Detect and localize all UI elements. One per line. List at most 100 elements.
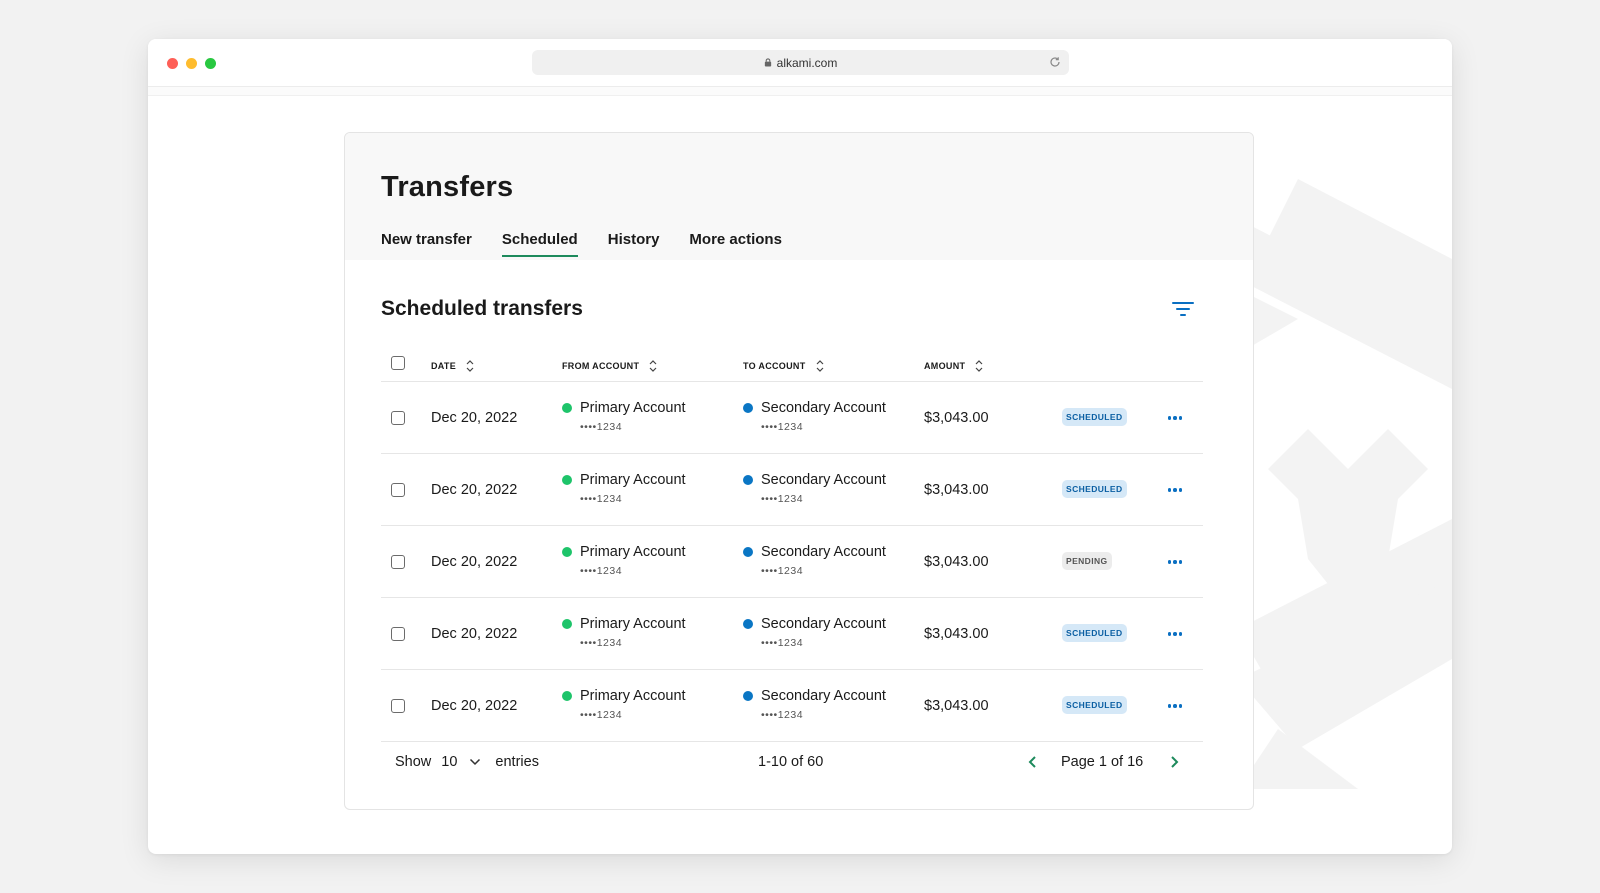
to-account-number: ••••1234 <box>761 493 804 505</box>
entries-selector[interactable]: Show 10 entries <box>395 754 539 770</box>
table-row: Dec 20, 2022 Primary Account ••••1234 Se… <box>381 670 1203 742</box>
from-account-name: Primary Account <box>580 616 686 632</box>
table-header: DATE FROM ACCOUNT TO ACCOUNT AMOUNT <box>381 346 1203 382</box>
more-options-icon[interactable] <box>1165 408 1185 428</box>
from-account-name: Primary Account <box>580 544 686 560</box>
to-account: Secondary Account ••••1234 <box>743 616 886 649</box>
to-account-name: Secondary Account <box>761 544 886 560</box>
table-row: Dec 20, 2022 Primary Account ••••1234 Se… <box>381 598 1203 670</box>
browser-toolbar-divider <box>148 87 1452 96</box>
tab-more-actions[interactable]: More actions <box>689 231 782 257</box>
more-options-icon[interactable] <box>1165 480 1185 500</box>
page-indicator: Page 1 of 16 <box>1061 754 1144 770</box>
transfer-amount: $3,043.00 <box>924 410 989 426</box>
from-account: Primary Account ••••1234 <box>562 616 686 649</box>
from-account-number: ••••1234 <box>580 637 623 649</box>
results-range: 1-10 of 60 <box>758 754 824 770</box>
from-account-number: ••••1234 <box>580 709 623 721</box>
to-account-number: ••••1234 <box>761 709 804 721</box>
to-account: Secondary Account ••••1234 <box>743 688 886 721</box>
sort-icon[interactable] <box>816 359 824 373</box>
from-account-name: Primary Account <box>580 400 686 416</box>
transfer-tabs: New transfer Scheduled History More acti… <box>381 231 812 257</box>
column-date-label: DATE <box>431 361 457 371</box>
from-account-number: ••••1234 <box>580 565 623 577</box>
address-bar[interactable]: alkami.com <box>532 50 1069 75</box>
tab-new-transfer[interactable]: New transfer <box>381 231 472 257</box>
tab-scheduled[interactable]: Scheduled <box>501 231 578 257</box>
status-badge: SCHEDULED <box>1062 696 1127 714</box>
transfer-date: Dec 20, 2022 <box>431 482 518 498</box>
column-from-account[interactable]: FROM ACCOUNT <box>562 359 657 373</box>
from-account: Primary Account ••••1234 <box>562 400 686 433</box>
status-badge: SCHEDULED <box>1062 408 1127 426</box>
chevron-right-icon[interactable] <box>1167 754 1181 770</box>
account-dot-icon <box>743 475 753 485</box>
entries-label: entries <box>495 754 539 770</box>
show-label: Show <box>395 754 432 770</box>
account-dot-icon <box>562 691 572 701</box>
transfer-date: Dec 20, 2022 <box>431 410 518 426</box>
filter-icon[interactable] <box>1171 299 1195 319</box>
close-window-button[interactable] <box>167 58 178 69</box>
reload-icon[interactable] <box>1049 56 1061 68</box>
chevron-down-icon[interactable] <box>469 758 481 766</box>
account-dot-icon <box>743 547 753 557</box>
from-account-number: ••••1234 <box>580 493 623 505</box>
transfer-amount: $3,043.00 <box>924 554 989 570</box>
brand-watermark-graphic <box>1238 179 1452 789</box>
chevron-left-icon[interactable] <box>1026 754 1040 770</box>
maximize-window-button[interactable] <box>205 58 216 69</box>
to-account-name: Secondary Account <box>761 688 886 704</box>
row-checkbox[interactable] <box>391 699 405 713</box>
sort-icon[interactable] <box>975 359 983 373</box>
to-account: Secondary Account ••••1234 <box>743 472 886 505</box>
account-dot-icon <box>562 547 572 557</box>
select-all-checkbox[interactable] <box>391 356 405 370</box>
sort-icon[interactable] <box>466 359 474 373</box>
browser-window: alkami.com Transfers New transfer Schedu… <box>148 39 1452 854</box>
entries-count[interactable]: 10 <box>441 754 457 770</box>
to-account-name: Secondary Account <box>761 616 886 632</box>
to-account-number: ••••1234 <box>761 565 804 577</box>
status-badge: SCHEDULED <box>1062 480 1127 498</box>
page-title: Transfers <box>381 171 514 203</box>
more-options-icon[interactable] <box>1165 552 1185 572</box>
to-account-number: ••••1234 <box>761 637 804 649</box>
minimize-window-button[interactable] <box>186 58 197 69</box>
browser-titlebar: alkami.com <box>148 39 1452 87</box>
column-to-account[interactable]: TO ACCOUNT <box>743 359 824 373</box>
to-account-name: Secondary Account <box>761 472 886 488</box>
more-options-icon[interactable] <box>1165 624 1185 644</box>
url-text: alkami.com <box>776 55 838 70</box>
transfer-date: Dec 20, 2022 <box>431 554 518 570</box>
account-dot-icon <box>562 619 572 629</box>
more-options-icon[interactable] <box>1165 696 1185 716</box>
table-row: Dec 20, 2022 Primary Account ••••1234 Se… <box>381 526 1203 598</box>
sort-icon[interactable] <box>649 359 657 373</box>
row-checkbox[interactable] <box>391 555 405 569</box>
row-checkbox[interactable] <box>391 411 405 425</box>
transfer-date: Dec 20, 2022 <box>431 698 518 714</box>
to-account-number: ••••1234 <box>761 421 804 433</box>
row-checkbox[interactable] <box>391 627 405 641</box>
from-account: Primary Account ••••1234 <box>562 688 686 721</box>
table-row: Dec 20, 2022 Primary Account ••••1234 Se… <box>381 454 1203 526</box>
table-row: Dec 20, 2022 Primary Account ••••1234 Se… <box>381 382 1203 454</box>
tab-history[interactable]: History <box>608 231 660 257</box>
from-account-name: Primary Account <box>580 688 686 704</box>
from-account-number: ••••1234 <box>580 421 623 433</box>
lock-icon <box>764 58 771 67</box>
column-date[interactable]: DATE <box>431 359 474 373</box>
transfer-amount: $3,043.00 <box>924 698 989 714</box>
transfer-amount: $3,043.00 <box>924 626 989 642</box>
column-amount-label: AMOUNT <box>924 361 966 371</box>
row-checkbox[interactable] <box>391 483 405 497</box>
column-from-label: FROM ACCOUNT <box>562 361 640 371</box>
status-badge: PENDING <box>1062 552 1112 570</box>
account-dot-icon <box>562 403 572 413</box>
account-dot-icon <box>562 475 572 485</box>
column-amount[interactable]: AMOUNT <box>924 359 983 373</box>
section-title: Scheduled transfers <box>381 297 583 320</box>
account-dot-icon <box>743 619 753 629</box>
